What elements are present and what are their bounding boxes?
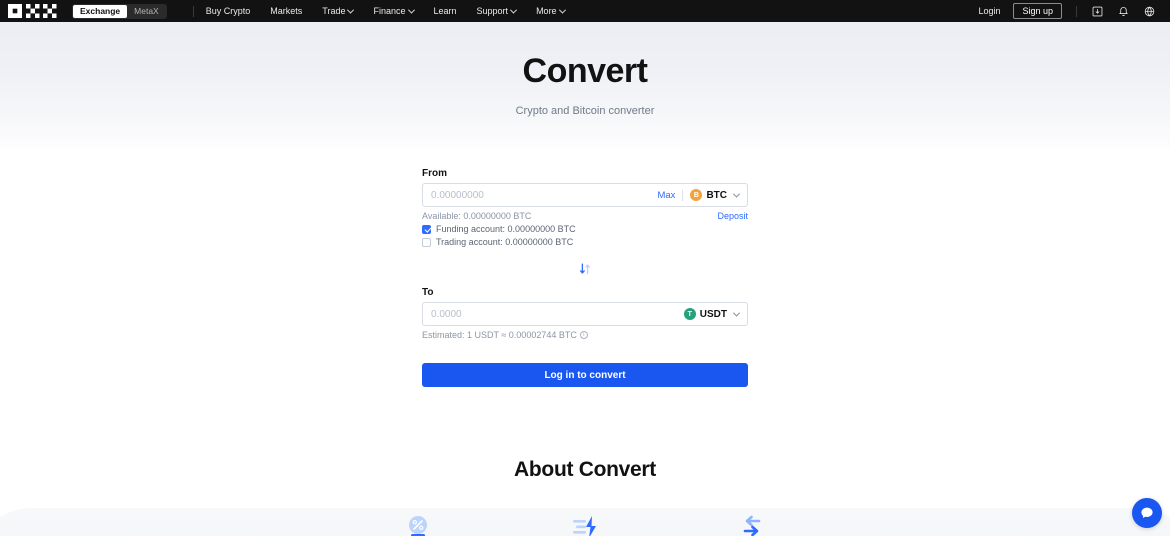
segment-metax[interactable]: MetaX [127, 5, 166, 18]
estimate-row: Estimated: 1 USDT ≈ 0.00002744 BTC i [422, 330, 748, 340]
instant-speed-icon [568, 512, 602, 536]
chat-bubble-icon [1141, 507, 1153, 518]
nav-label: More [536, 6, 557, 16]
estimate-text: Estimated: 1 USDT ≈ 0.00002744 BTC [422, 330, 577, 340]
page-title: Convert [522, 52, 648, 90]
chevron-down-icon [407, 6, 415, 14]
trading-account-label: Trading account: 0.00000000 BTC [436, 237, 574, 247]
about-feature-icons [0, 512, 1170, 536]
funding-account-label: Funding account: 0.00000000 BTC [436, 224, 576, 234]
nav-label: Learn [433, 6, 457, 16]
from-coin-selector[interactable]: B BTC [690, 189, 741, 201]
to-coin-symbol: USDT [699, 308, 727, 320]
chevron-down-icon [732, 190, 741, 198]
nav-label: Finance [373, 6, 406, 16]
signup-button[interactable]: Sign up [1013, 3, 1062, 19]
top-navigation-bar: Exchange MetaX Buy Crypto Markets Trade … [0, 0, 1170, 22]
main-nav-links: Buy Crypto Markets Trade Finance Learn S… [206, 6, 566, 16]
available-balance-text: Available: 0.00000000 BTC [422, 211, 532, 221]
chevron-down-icon [558, 6, 566, 14]
bell-icon[interactable] [1117, 5, 1130, 18]
okx-logo[interactable] [8, 4, 58, 18]
info-icon[interactable]: i [579, 331, 588, 339]
login-link[interactable]: Login [978, 6, 1000, 16]
deposit-link[interactable]: Deposit [717, 211, 748, 221]
from-meta-row: Available: 0.00000000 BTC Deposit [422, 211, 748, 221]
nav-item-learn[interactable]: Learn [434, 6, 457, 16]
funding-account-row[interactable]: Funding account: 0.00000000 BTC [422, 224, 748, 234]
nav-label: Support [476, 6, 509, 16]
trading-account-checkbox[interactable] [422, 237, 431, 247]
chevron-down-icon [510, 6, 518, 14]
swap-vertical-icon[interactable] [576, 261, 594, 277]
nav-right-actions: Login Sign up [978, 3, 1162, 19]
to-coin-selector[interactable]: T USDT [683, 308, 741, 320]
chevron-down-icon [347, 6, 355, 14]
nav-item-buy-crypto[interactable]: Buy Crypto [206, 6, 251, 16]
convert-page: Exchange MetaX Buy Crypto Markets Trade … [0, 0, 1170, 536]
from-coin-symbol: BTC [706, 189, 727, 201]
nav-item-support[interactable]: Support [476, 6, 518, 16]
nav-item-finance[interactable]: Finance [373, 6, 415, 16]
nav-divider [192, 5, 194, 17]
convert-widget: From Max B BTC Available: 0.00000000 BTC… [422, 168, 748, 387]
nav-label: Buy Crypto [205, 6, 251, 16]
chevron-down-icon [732, 309, 741, 317]
segment-exchange[interactable]: Exchange [73, 4, 128, 18]
from-amount-input[interactable] [431, 189, 658, 201]
login-to-convert-button[interactable]: Log in to convert [422, 363, 748, 387]
max-button[interactable]: Max [657, 190, 675, 201]
globe-icon[interactable] [1143, 5, 1156, 18]
usdt-coin-icon: T [683, 308, 696, 320]
nav-label: Markets [270, 6, 303, 16]
trading-account-row[interactable]: Trading account: 0.00000000 BTC [422, 237, 748, 247]
from-input-row[interactable]: Max B BTC [422, 183, 748, 207]
swap-arrows-icon [735, 512, 769, 536]
btc-coin-icon: B [690, 189, 703, 201]
about-section-title: About Convert [514, 458, 656, 481]
nav-label: Trade [322, 6, 346, 16]
nav-item-markets[interactable]: Markets [270, 6, 302, 16]
to-amount-input[interactable] [431, 308, 684, 320]
to-input-row[interactable]: T USDT [422, 302, 748, 326]
zero-fee-icon [401, 512, 435, 536]
nav-divider-right [1076, 5, 1077, 17]
download-icon[interactable] [1091, 5, 1104, 18]
nav-item-more[interactable]: More [536, 6, 566, 16]
product-switcher[interactable]: Exchange MetaX [72, 3, 167, 19]
page-subtitle: Crypto and Bitcoin converter [515, 105, 655, 117]
chat-support-button[interactable] [1132, 498, 1162, 528]
input-divider [682, 189, 684, 201]
funding-account-checkbox[interactable] [422, 224, 431, 234]
nav-item-trade[interactable]: Trade [322, 6, 355, 16]
to-label: To [422, 287, 434, 298]
swap-wrapper [422, 261, 748, 277]
from-label: From [422, 168, 447, 179]
